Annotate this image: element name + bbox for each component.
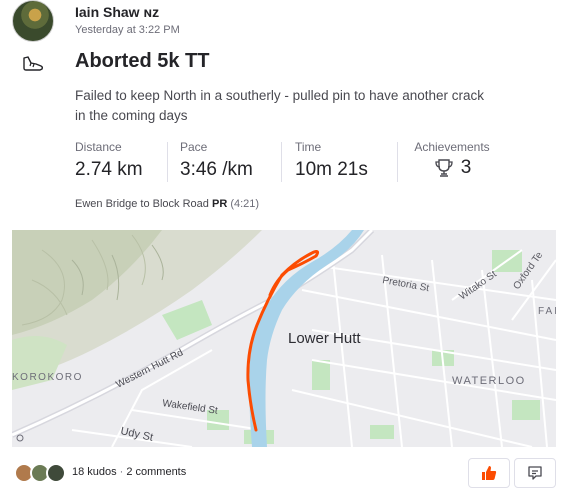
stat-achievements-value: 3 [460, 157, 472, 178]
stat-pace-value: 3:46 /km [180, 159, 253, 180]
comments-count[interactable]: 2 comments [126, 466, 186, 478]
stat-time: Time 10m 21s [295, 140, 368, 181]
stat-divider [167, 142, 168, 182]
comment-icon [528, 466, 542, 480]
segment-effort[interactable]: Ewen Bridge to Block Road PR (4:21) [75, 198, 259, 210]
map-label-waterloo: WATERLOO [452, 375, 526, 387]
activity-timestamp: Yesterday at 3:22 PM [75, 24, 180, 36]
segment-name[interactable]: Ewen Bridge to Block Road [75, 198, 209, 210]
segment-pr-badge: PR [211, 198, 228, 210]
segment-time: (4:21) [230, 198, 260, 210]
map-label-fai: FAI [538, 306, 556, 317]
stat-pace-label: Pace [180, 140, 208, 154]
athlete-avatar[interactable] [12, 0, 54, 42]
running-shoe-icon [23, 56, 44, 71]
map-label-korokoro: KOROKORO [12, 372, 83, 383]
activity-title[interactable]: Aborted 5k TT [75, 50, 209, 73]
stat-achievements-label: Achievements [414, 140, 490, 154]
activity-map[interactable]: Lower Hutt Pretoria St Witako St Oxford … [12, 230, 556, 447]
kudos-count[interactable]: 18 kudos [72, 466, 117, 478]
kudos-avatar [46, 463, 66, 483]
stat-time-label: Time [295, 140, 322, 154]
kudos-summary[interactable]: 18 kudos · 2 comments [72, 466, 186, 478]
stat-pace: Pace 3:46 /km [180, 140, 253, 181]
footer-separator: · [119, 466, 124, 478]
give-kudos-button[interactable] [468, 458, 510, 488]
stat-time-value: 10m 21s [295, 159, 368, 180]
stat-distance-value: 2.74 km [75, 159, 143, 180]
comment-button[interactable] [514, 458, 556, 488]
stat-distance: Distance 2.74 km [75, 140, 143, 181]
athlete-name[interactable]: Iain Shaw ɴᴢ [75, 4, 159, 20]
stat-achievements[interactable]: Achievements 3 [412, 140, 492, 179]
stat-divider [281, 142, 282, 182]
trophy-icon [435, 159, 453, 177]
stat-distance-label: Distance [75, 140, 122, 154]
stat-divider [397, 142, 398, 182]
activity-description: Failed to keep North in a southerly - pu… [75, 88, 484, 123]
map-label-lower-hutt: Lower Hutt [288, 330, 361, 347]
thumbs-up-icon [482, 466, 497, 480]
